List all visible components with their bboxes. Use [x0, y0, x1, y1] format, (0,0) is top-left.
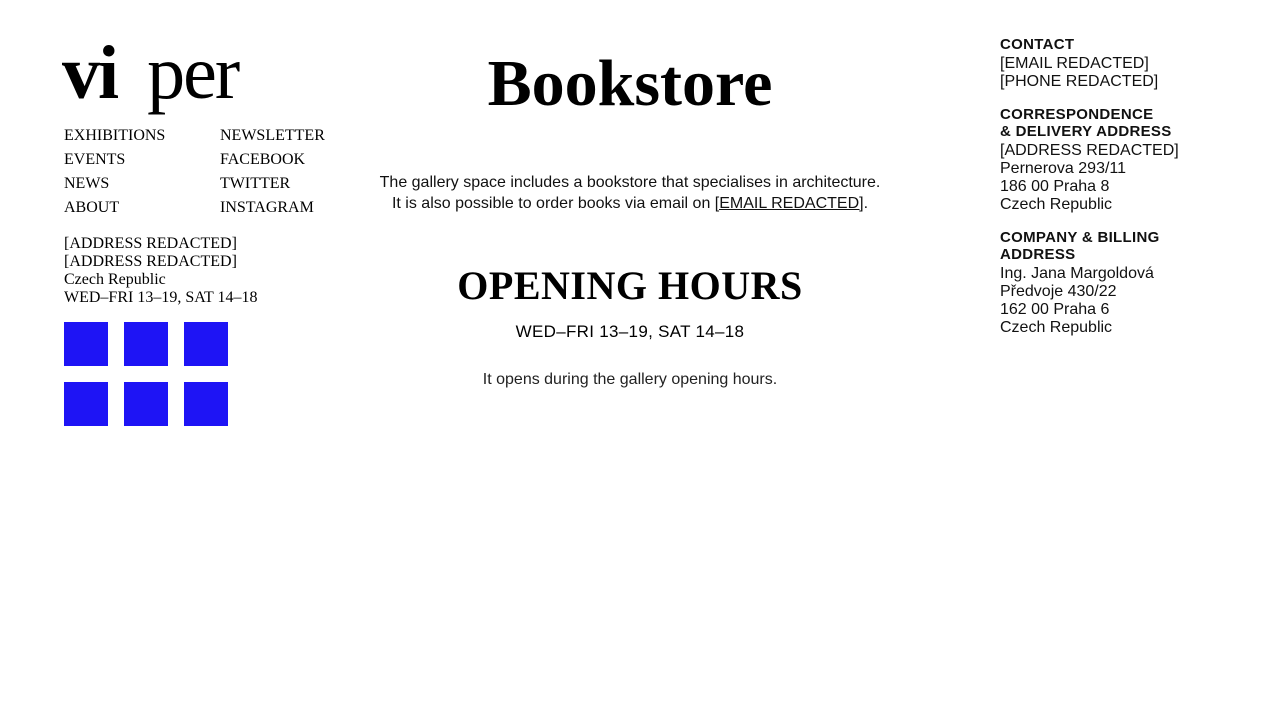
opening-hours-title: OPENING HOURS [457, 263, 803, 308]
logo-part-per: per [147, 31, 240, 115]
billing-block: COMPANY & BILLING ADDRESS Ing. Jana Marg… [1000, 229, 1260, 337]
nav-link-facebook[interactable]: FACEBOOK [220, 148, 325, 172]
nav-link-newsletter[interactable]: NEWSLETTER [220, 124, 325, 148]
intro-email-link[interactable]: [EMAIL REDACTED] [715, 195, 864, 212]
contact-phone[interactable]: [PHONE REDACTED] [1000, 73, 1260, 91]
intro-text-before-email: It is also possible to order books via e… [391, 195, 715, 212]
address-line-2: [ADDRESS REDACTED] [64, 253, 237, 270]
intro-text-after-email: . [863, 195, 869, 212]
intro-line-2: It is also possible to order books via e… [340, 193, 920, 214]
nav-column-left: EXHIBITIONS EVENTS NEWS ABOUT [64, 124, 165, 220]
correspondence-line: 186 00 Praha 8 [1000, 178, 1110, 195]
contact-sidebar: CONTACT [EMAIL REDACTED] [PHONE REDACTED… [1000, 36, 1260, 352]
nav-link-twitter[interactable]: TWITTER [220, 172, 325, 196]
gallery-hours: WED–FRI 13–19, SAT 14–18 [64, 289, 258, 306]
logo-part-vi: vi [62, 31, 119, 115]
billing-line: Předvoje 430/22 [1000, 283, 1117, 300]
gallery-info: [ADDRESS REDACTED] [ADDRESS REDACTED] Cz… [64, 235, 258, 307]
blue-square-4[interactable] [64, 382, 108, 426]
nav-column-right: NEWSLETTER FACEBOOK TWITTER INSTAGRAM [220, 124, 325, 220]
blue-square-6[interactable] [184, 382, 228, 426]
correspondence-line: Czech Republic [1000, 196, 1113, 213]
nav-link-about[interactable]: ABOUT [64, 196, 165, 220]
nav-link-instagram[interactable]: INSTAGRAM [220, 196, 325, 220]
address-line-1: [ADDRESS REDACTED] [64, 235, 237, 252]
billing-heading-1: COMPANY & BILLING [1000, 229, 1160, 246]
blue-square-2[interactable] [124, 322, 168, 366]
address-country: Czech Republic [64, 271, 166, 288]
nav-link-news[interactable]: NEWS [64, 172, 165, 196]
page-title: Bookstore [487, 47, 773, 120]
blue-square-1[interactable] [64, 322, 108, 366]
blue-square-3[interactable] [184, 322, 228, 366]
opening-hours-note: It opens during the gallery opening hour… [482, 371, 778, 388]
nav-link-events[interactable]: EVENTS [64, 148, 165, 172]
opening-hours-times: WED–FRI 13–19, SAT 14–18 [515, 322, 745, 341]
correspondence-heading-1: CORRESPONDENCE [1000, 106, 1154, 123]
correspondence-line: Pernerova 293/11 [1000, 160, 1127, 177]
billing-line: Ing. Jana Margoldová [1000, 265, 1154, 282]
blue-square-5[interactable] [124, 382, 168, 426]
site-logo[interactable]: vi per [62, 28, 240, 118]
correspondence-block: CORRESPONDENCE & DELIVERY ADDRESS [ADDRE… [1000, 106, 1260, 214]
contact-heading: CONTACT [1000, 36, 1075, 53]
bookstore-intro: The gallery space includes a bookstore t… [340, 172, 920, 214]
intro-line-1: The gallery space includes a bookstore t… [379, 174, 881, 191]
billing-line: 162 00 Praha 6 [1000, 301, 1110, 318]
billing-heading-2: ADDRESS [1000, 246, 1076, 263]
correspondence-line: [ADDRESS REDACTED] [1000, 142, 1179, 159]
contact-email[interactable]: [EMAIL REDACTED] [1000, 55, 1260, 73]
contact-block: CONTACT [EMAIL REDACTED] [PHONE REDACTED… [1000, 36, 1260, 91]
correspondence-heading-2: & DELIVERY ADDRESS [1000, 123, 1172, 140]
billing-line: Czech Republic [1000, 319, 1113, 336]
nav-link-exhibitions[interactable]: EXHIBITIONS [64, 124, 165, 148]
